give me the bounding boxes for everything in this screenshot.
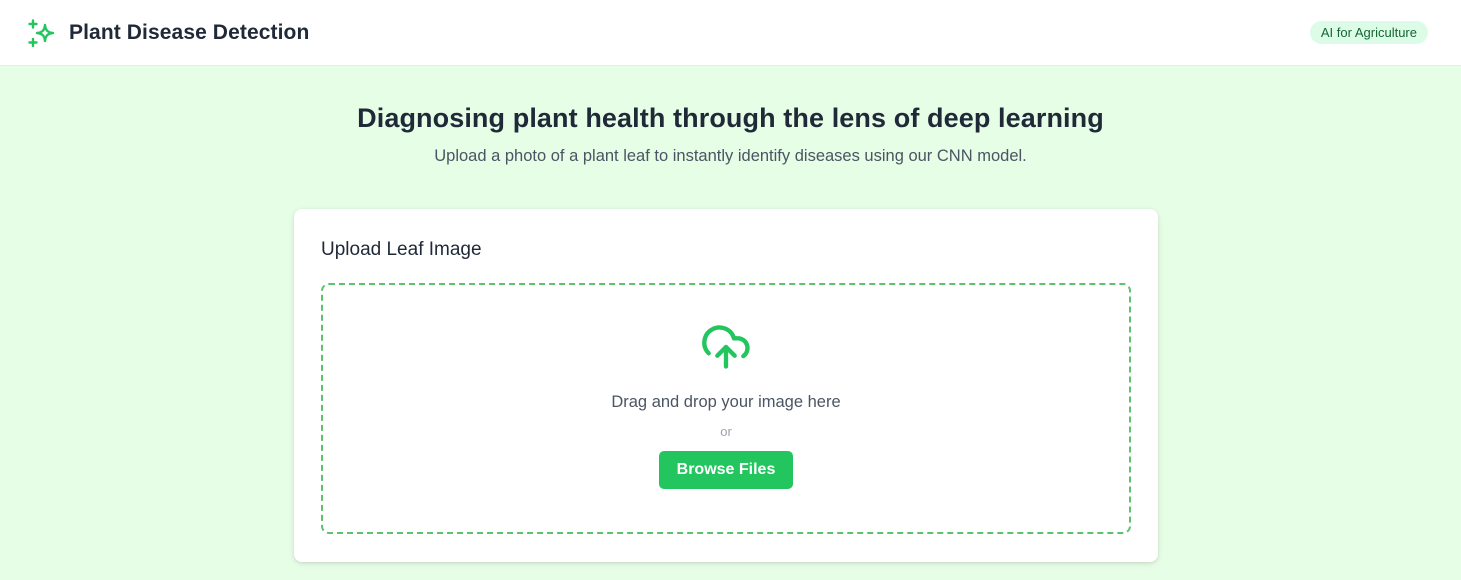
hero-subtitle: Upload a photo of a plant leaf to instan… [434,147,1027,165]
top-navbar: Plant Disease Detection AI for Agricultu… [0,0,1461,66]
hero-section: Diagnosing plant health through the lens… [0,66,1461,562]
image-dropzone[interactable]: Drag and drop your image here or Browse … [321,283,1131,534]
upload-card-title: Upload Leaf Image [321,239,482,260]
cloud-upload-icon [700,321,752,373]
brand[interactable]: Plant Disease Detection [27,18,309,48]
tagline-badge: AI for Agriculture [1309,21,1428,44]
dropzone-instruction: Drag and drop your image here [611,393,841,411]
dropzone-separator: or [720,424,732,439]
app-title: Plant Disease Detection [69,20,310,44]
browse-files-button[interactable]: Browse Files [658,451,794,489]
sparkles-icon [27,18,57,48]
hero-title: Diagnosing plant health through the lens… [357,103,1104,133]
upload-card: Upload Leaf Image Drag and drop your ima… [294,209,1158,562]
